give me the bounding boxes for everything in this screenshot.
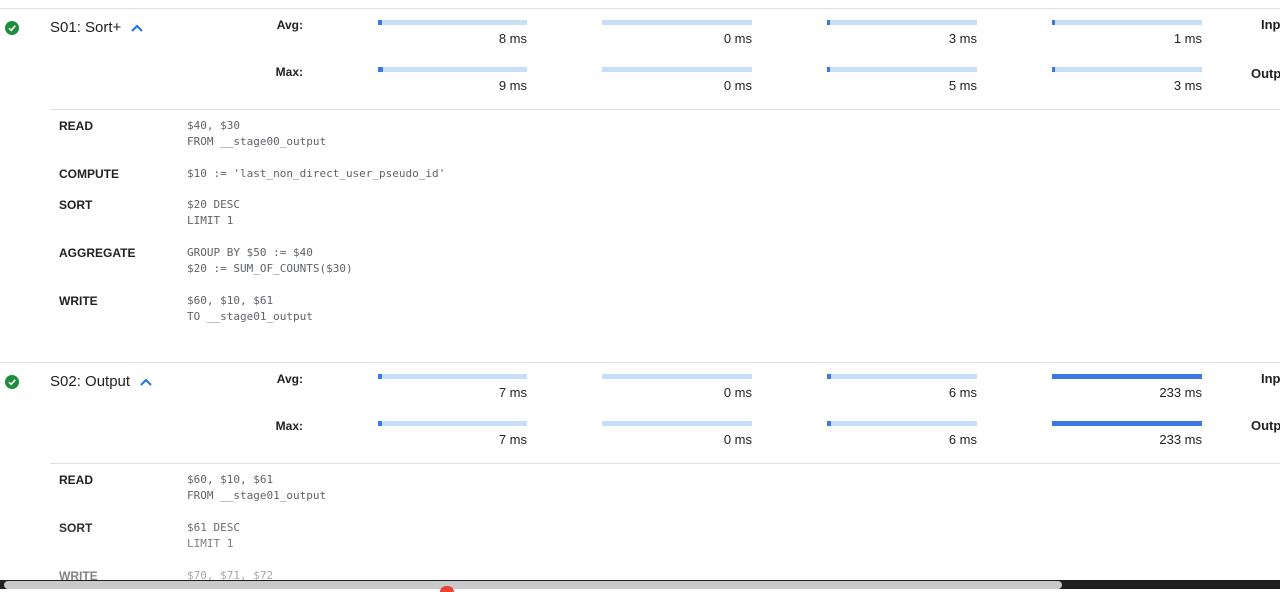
avg-value-3: 6 ms (948, 385, 977, 400)
stage-title-row: S02: Output (50, 373, 154, 390)
max-value-4: 233 ms (1159, 432, 1202, 447)
avg-bar-4 (1052, 374, 1202, 379)
avg-value-2: 0 ms (723, 385, 752, 400)
step-line: LIMIT 1 (187, 537, 234, 550)
max-bar-4-fill (1052, 67, 1055, 72)
step-details: $61 DESC LIMIT 1 (187, 520, 240, 552)
max-bar-1 (378, 67, 527, 72)
max-bar-3 (827, 67, 977, 72)
avg-bar-4-fill (1052, 374, 1202, 379)
step-line: $60, $10, $61 (187, 294, 274, 307)
success-check-icon (5, 375, 19, 389)
input-column-label: Inpu (1261, 371, 1280, 386)
avg-bar-4 (1052, 20, 1202, 25)
step-line: LIMIT 1 (187, 214, 234, 227)
step-details: GROUP BY $50 := $40 $20 := SUM_OF_COUNTS… (187, 245, 353, 277)
step-line: $40, $30 (187, 119, 240, 132)
max-value-3: 5 ms (948, 78, 977, 93)
avg-bar-1-fill (378, 20, 382, 25)
max-value-4: 3 ms (1173, 78, 1202, 93)
chevron-up-icon[interactable] (138, 374, 154, 390)
avg-value-2: 0 ms (723, 31, 752, 46)
avg-bar-3 (827, 20, 977, 25)
success-check-icon (5, 21, 19, 35)
step-name: SORT (59, 521, 93, 535)
step-details: $10 := 'last_non_direct_user_pseudo_id' (187, 166, 445, 182)
max-label: Max: (275, 419, 303, 433)
max-value-3: 6 ms (948, 432, 977, 447)
avg-bar-1 (378, 20, 527, 25)
max-label: Max: (275, 65, 303, 79)
step-name: SORT (59, 198, 93, 212)
step-details: $20 DESC LIMIT 1 (187, 197, 240, 229)
step-details: $60, $10, $61 TO __stage01_output (187, 293, 313, 325)
details-divider (50, 463, 1280, 464)
max-bar-4 (1052, 67, 1202, 72)
avg-bar-3 (827, 374, 977, 379)
avg-value-3: 3 ms (948, 31, 977, 46)
scrollbar-thumb[interactable] (4, 581, 1062, 589)
step-line: $61 DESC (187, 521, 240, 534)
max-bar-2 (602, 67, 752, 72)
step-line: $60, $10, $61 (187, 473, 274, 486)
avg-label: Avg: (276, 18, 303, 32)
step-line: $20 DESC (187, 198, 240, 211)
step-line: FROM __stage01_output (187, 489, 327, 502)
stage-title: S02: Output (50, 373, 131, 390)
max-bar-3 (827, 421, 977, 426)
avg-label: Avg: (276, 372, 303, 386)
stage-header-s01: S01: Sort+ Avg: Max: 8 ms 0 ms 3 ms 1 ms… (0, 9, 1280, 109)
avg-value-4: 1 ms (1173, 31, 1202, 46)
avg-value-4: 233 ms (1159, 385, 1202, 400)
avg-bar-3-fill (827, 374, 831, 379)
step-name: READ (59, 119, 94, 133)
max-bar-1-fill (378, 67, 383, 72)
avg-bar-2 (602, 374, 752, 379)
step-details: $40, $30 FROM __stage00_output (187, 118, 326, 150)
step-line: FROM __stage00_output (187, 135, 327, 148)
avg-bar-2 (602, 20, 752, 25)
avg-bar-1-fill (378, 374, 382, 379)
step-name: WRITE (59, 294, 98, 308)
output-column-label: Outpu (1251, 66, 1280, 81)
step-name: COMPUTE (59, 167, 119, 181)
avg-bar-4-fill (1052, 20, 1055, 25)
avg-value-1: 8 ms (498, 31, 527, 46)
max-value-1: 7 ms (498, 432, 527, 447)
step-name: READ (59, 473, 94, 487)
max-bar-4 (1052, 421, 1202, 426)
step-line: GROUP BY $50 := $40 (187, 246, 313, 259)
input-column-label: Inpu (1261, 17, 1280, 32)
avg-value-1: 7 ms (498, 385, 527, 400)
step-line: $20 := SUM_OF_COUNTS($30) (187, 262, 353, 275)
stage-header-s02: S02: Output Avg: Max: 7 ms 0 ms 6 ms 233… (0, 363, 1280, 463)
max-bar-4-fill (1052, 421, 1202, 426)
max-bar-1-fill (378, 421, 382, 426)
max-bar-2 (602, 421, 752, 426)
details-divider (50, 109, 1280, 110)
stage-title-row: S01: Sort+ (50, 19, 145, 36)
avg-bar-3-fill (827, 20, 830, 25)
record-indicator-icon (440, 586, 454, 592)
step-details: $60, $10, $61 FROM __stage01_output (187, 472, 326, 504)
max-value-2: 0 ms (723, 432, 752, 447)
step-name: AGGREGATE (59, 246, 136, 260)
stage-title: S01: Sort+ (50, 19, 122, 36)
max-value-2: 0 ms (723, 78, 752, 93)
avg-bar-1 (378, 374, 527, 379)
step-line: TO __stage01_output (187, 310, 313, 323)
max-bar-1 (378, 421, 527, 426)
chevron-up-icon[interactable] (129, 20, 145, 36)
max-value-1: 9 ms (498, 78, 527, 93)
max-bar-3-fill (827, 421, 831, 426)
output-column-label: Outpu (1251, 418, 1280, 433)
max-bar-3-fill (827, 67, 830, 72)
step-line: $10 := 'last_non_direct_user_pseudo_id' (187, 167, 446, 180)
